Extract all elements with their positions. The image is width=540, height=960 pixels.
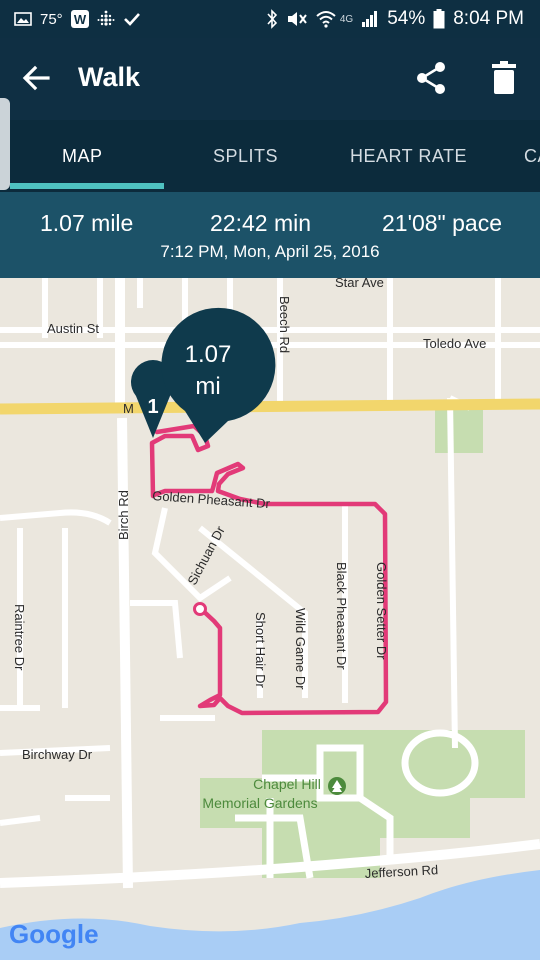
distance-value: 1.07 mile	[40, 210, 134, 236]
label-birch-rd: Birch Rd	[116, 490, 131, 540]
label-golden-setter: Golden Setter Dr	[374, 562, 389, 660]
battery-icon	[433, 9, 445, 29]
mute-icon	[287, 12, 307, 26]
label-birchway: Birchway Dr	[22, 747, 93, 762]
activity-datetime: 7:12 PM, Mon, April 25, 2016	[160, 242, 380, 261]
label-m-road: M	[123, 401, 134, 416]
distance-marker-unit: mi	[195, 373, 220, 400]
duration-value: 22:42 min	[210, 210, 312, 236]
route-start-icon	[193, 602, 207, 616]
google-logo: Google	[9, 919, 99, 949]
pace-value: 21'08" pace	[382, 210, 502, 236]
active-tab-indicator	[10, 183, 164, 189]
weather-temp: 75°	[40, 10, 63, 28]
gallery-icon	[14, 12, 32, 26]
split-marker-label: 1	[147, 396, 158, 418]
tab-bar: MAP SPLITS HEART RATE CA	[0, 120, 540, 192]
route-map[interactable]: Star Ave Austin St Beech Rd Toledo Ave M…	[0, 278, 540, 960]
google-logo-text: Google	[9, 919, 99, 949]
label-toledo-ave: Toledo Ave	[423, 336, 486, 351]
network-type: 4G	[339, 13, 354, 25]
app-bar: Walk	[0, 38, 540, 120]
tab-heart-rate[interactable]: HEART RATE	[350, 146, 467, 167]
trash-icon[interactable]	[490, 60, 518, 96]
label-memorial-gardens: Memorial Gardens	[202, 795, 317, 811]
highway	[0, 398, 540, 415]
label-austin-st: Austin St	[47, 321, 99, 336]
distance-marker-value: 1.07	[185, 341, 232, 368]
svg-text:W: W	[74, 12, 87, 27]
svg-text:Google: Google	[9, 919, 99, 949]
stats-panel: 1.07 mile 22:42 min 21'08" pace 7:12 PM,…	[0, 192, 540, 278]
bluetooth-icon	[267, 9, 277, 29]
tab-map[interactable]: MAP	[62, 146, 103, 167]
tree-icon	[328, 777, 346, 795]
wifi-icon	[316, 11, 336, 28]
clock: 8:04 PM	[453, 8, 524, 29]
label-chapel-hill: Chapel Hill	[253, 776, 321, 792]
back-arrow-icon[interactable]	[20, 62, 52, 94]
share-icon[interactable]	[414, 60, 448, 96]
label-wild-game: Wild Game Dr	[293, 608, 308, 690]
label-beech-rd: Beech Rd	[277, 296, 292, 353]
signal-icon	[362, 11, 378, 27]
battery-percent: 54%	[387, 8, 426, 29]
tab-splits[interactable]: SPLITS	[213, 146, 278, 167]
tab-calories[interactable]: CA	[524, 146, 540, 167]
page-title: Walk	[78, 62, 141, 92]
drawer-handle[interactable]	[0, 98, 10, 190]
label-short-hair: Short Hair Dr	[253, 612, 268, 689]
label-star-ave: Star Ave	[335, 278, 384, 290]
fitbit-icon	[97, 10, 115, 26]
status-bar: 75° W 4G 54% 8:04 PM	[0, 0, 540, 38]
label-raintree: Raintree Dr	[12, 604, 27, 671]
label-black-pheasant: Black Pheasant Dr	[334, 562, 349, 670]
checkmark-icon	[123, 13, 140, 26]
w-app-icon: W	[70, 10, 89, 28]
